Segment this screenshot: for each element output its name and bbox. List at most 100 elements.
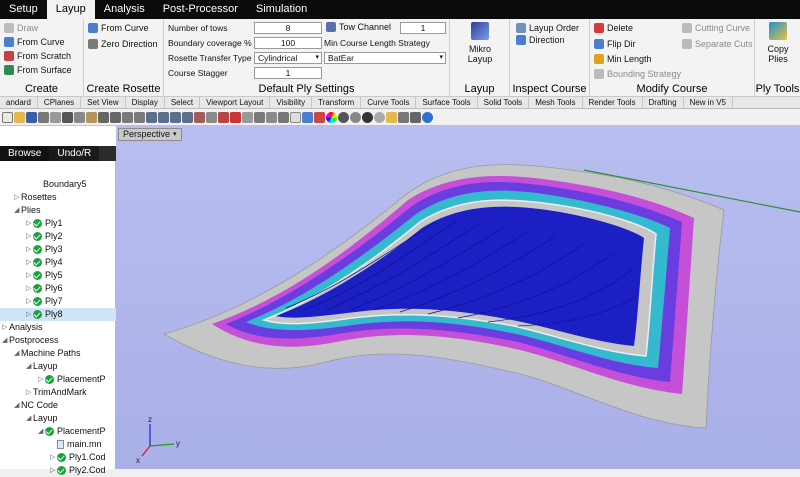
rosette-transfer-select[interactable]: Cylindrical ▾ [254,52,322,64]
tab-analysis[interactable]: Analysis [95,0,154,19]
grid-icon[interactable] [206,111,217,123]
collapse-icon[interactable]: ◢ [26,360,33,373]
boundary-from-surface-button[interactable]: From Surface [4,65,72,75]
expand-icon[interactable]: ▷ [14,191,21,204]
gumball-icon[interactable] [410,111,421,123]
tree-item[interactable]: ▷ Ply1.Cod [0,451,116,464]
min-length-button[interactable]: Min Length [594,54,652,64]
tree-item[interactable]: main.mn [0,438,116,451]
toolbar-tab-drafting[interactable]: Drafting [643,97,684,108]
undo-icon[interactable] [98,111,109,123]
tree-item[interactable]: ▷ Rosettes [0,191,116,204]
zero-direction-button[interactable]: Zero Direction [88,39,158,49]
toolbar-tab-new-in-v5[interactable]: New in V5 [684,97,733,108]
toolbar-tab-visibility[interactable]: Visibility [270,97,313,108]
redo-icon[interactable] [110,111,121,123]
perspective-viewport[interactable]: z y x Perspective ▾ [116,126,800,469]
boundary-from-scratch-button[interactable]: From Scratch [4,51,71,61]
tree-item[interactable]: Boundary5 [0,178,116,191]
color-wheel-icon[interactable] [326,111,337,123]
toolbar-tab-display[interactable]: Display [126,97,165,108]
expand-icon[interactable]: ▷ [26,386,33,399]
mikro-layup-button[interactable]: Mikro Layup [460,22,500,64]
tab-simulation[interactable]: Simulation [247,0,316,19]
zoom-window-icon[interactable] [158,111,169,123]
number-of-tows-input[interactable]: 8 [254,22,322,34]
toolbar-tab-select[interactable]: Select [165,97,201,108]
help-icon[interactable] [422,111,433,123]
draw-boundary-button[interactable]: Draw [4,23,38,33]
collapse-icon[interactable]: ◢ [14,399,21,412]
tab-post-processor[interactable]: Post-Processor [154,0,247,19]
zoom-extents-icon[interactable] [170,111,181,123]
surface-icon[interactable] [266,111,277,123]
rotate-view-icon[interactable] [134,111,145,123]
viewport-title-tab[interactable]: Perspective ▾ [118,128,182,141]
tree-item[interactable]: ◢ NC Code [0,399,116,412]
tree-item[interactable]: ◢ Plies [0,204,116,217]
expand-icon[interactable]: ▷ [26,282,33,295]
delete-button[interactable]: Delete [594,23,633,33]
shaded-sphere-icon[interactable] [350,111,361,123]
filter-icon[interactable] [386,111,397,123]
expand-icon[interactable]: ▷ [50,451,57,464]
collapse-icon[interactable]: ◢ [38,425,45,438]
toolbar-tab-mesh-tools[interactable]: Mesh Tools [529,97,583,108]
toolbar-tab-render-tools[interactable]: Render Tools [583,97,643,108]
tree-item[interactable]: ▷ Ply8 [0,308,116,321]
expand-icon[interactable]: ▷ [38,373,45,386]
save-icon[interactable] [26,111,37,123]
print-icon[interactable] [38,111,49,123]
collapse-icon[interactable]: ◢ [14,204,21,217]
tab-browse[interactable]: Browse [0,146,50,161]
expand-icon[interactable]: ▷ [26,269,33,282]
snapshot-icon[interactable] [218,111,229,123]
toolbar-tab-solid-tools[interactable]: Solid Tools [478,97,530,108]
direction-button[interactable]: Direction [516,35,565,45]
expand-icon[interactable]: ▷ [26,217,33,230]
tree-item[interactable]: ▷ PlacementP [0,373,116,386]
expand-icon[interactable]: ▷ [26,243,33,256]
bounding-strategy-button[interactable]: Bounding Strategy [594,69,681,79]
expand-icon[interactable]: ▷ [50,464,57,477]
zoom-selected-icon[interactable] [182,111,193,123]
expand-icon[interactable]: ▷ [26,295,33,308]
toolbar-tab-viewport-layout[interactable]: Viewport Layout [200,97,271,108]
open-icon[interactable] [14,111,25,123]
toolbar-tab-curve-tools[interactable]: Curve Tools [361,97,417,108]
cplane-icon[interactable] [194,111,205,123]
env-sphere-icon[interactable] [374,111,385,123]
expand-icon[interactable]: ▷ [26,308,33,321]
tree-item[interactable]: ▷ Ply6 [0,282,116,295]
rosette-from-curve-button[interactable]: From Curve [88,23,149,33]
course-stagger-input[interactable]: 1 [254,67,322,79]
tree-item[interactable]: ▷ Ply2.Cod [0,464,116,477]
new-icon[interactable] [2,111,13,123]
toolbar-tab-cplanes[interactable]: CPlanes [38,97,82,108]
properties-icon[interactable] [50,111,61,123]
separate-cuts-button[interactable]: Separate Cuts [682,39,753,49]
copy-icon[interactable] [74,111,85,123]
expand-icon[interactable]: ▷ [26,256,33,269]
boundary-coverage-input[interactable]: 100 [254,37,322,49]
toolbar-tab-surface-tools[interactable]: Surface Tools [416,97,478,108]
render-sphere-icon[interactable] [338,111,349,123]
tree-item[interactable]: ▷ Ply2 [0,230,116,243]
collapse-icon[interactable]: ◢ [26,412,33,425]
expand-icon[interactable]: ▷ [2,321,9,334]
tab-layup[interactable]: Layup [46,0,95,19]
collapse-icon[interactable]: ◢ [2,334,9,347]
osnap-icon[interactable] [398,111,409,123]
layer-icon[interactable] [302,111,313,123]
tree-item[interactable]: ◢ PlacementP [0,425,116,438]
tree-item[interactable]: ◢ Machine Paths [0,347,116,360]
tree-item[interactable]: ◢ Postprocess [0,334,116,347]
curve-icon[interactable] [254,111,265,123]
tree-item[interactable]: ◢ Layup [0,360,116,373]
tree-item[interactable]: ▷ Ply3 [0,243,116,256]
tree-item[interactable]: ▷ TrimAndMark [0,386,116,399]
rendered-sphere-icon[interactable] [362,111,373,123]
zoom-icon[interactable] [146,111,157,123]
min-course-length-select[interactable]: BatEar ▾ [324,52,446,64]
tree-item[interactable]: ▷ Analysis [0,321,116,334]
